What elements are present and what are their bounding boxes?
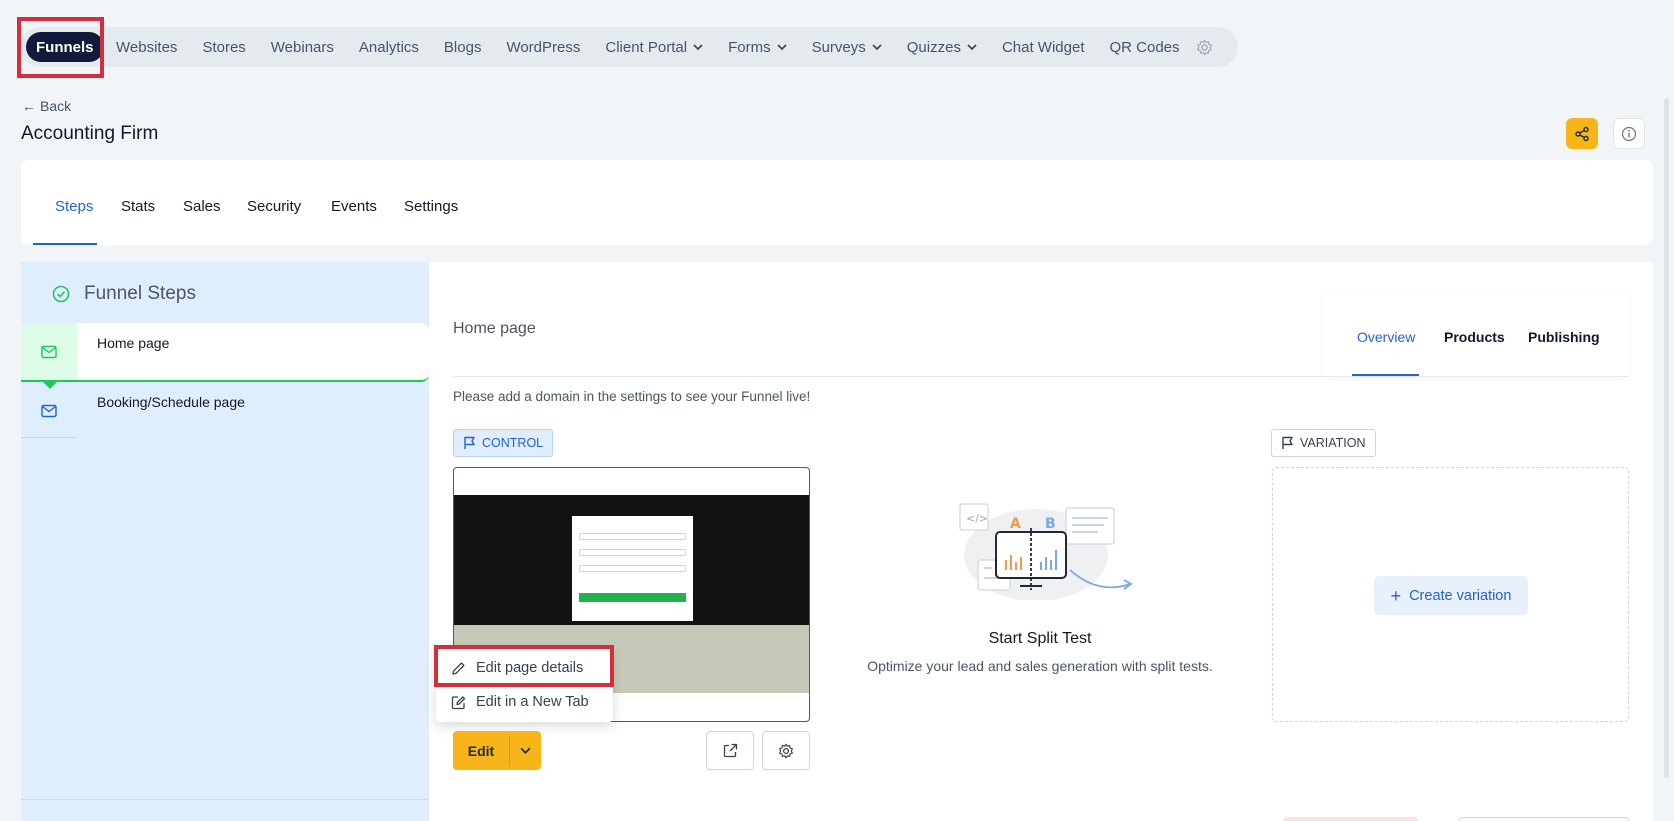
step-title: Home page bbox=[453, 320, 536, 337]
create-variation-label: Create variation bbox=[1409, 587, 1512, 604]
flag-icon bbox=[1282, 436, 1293, 449]
page-title: Accounting Firm bbox=[21, 123, 159, 144]
preview-form bbox=[572, 516, 693, 621]
nav-quizzes-label: Quizzes bbox=[906, 38, 961, 56]
edit-box-icon bbox=[451, 695, 466, 709]
external-link-icon bbox=[723, 743, 737, 758]
flag-icon bbox=[464, 436, 475, 449]
page-settings-button[interactable] bbox=[762, 731, 810, 770]
preview-field bbox=[579, 533, 686, 540]
open-external-button[interactable] bbox=[706, 731, 754, 770]
chevron-down-icon bbox=[777, 44, 787, 51]
variation-label: VARIATION bbox=[1300, 436, 1366, 450]
nav-websites[interactable]: Websites bbox=[104, 39, 190, 56]
step-home-page[interactable]: Home page bbox=[21, 323, 429, 389]
step-label: Booking/Schedule page bbox=[97, 394, 245, 410]
nav-client-portal[interactable]: Client Portal bbox=[593, 39, 716, 56]
back-link[interactable]: ← Back bbox=[22, 98, 71, 114]
menu-item-label: Edit in a New Tab bbox=[476, 694, 589, 710]
gear-icon bbox=[779, 743, 793, 758]
tab-sales[interactable]: Sales bbox=[183, 198, 221, 215]
nav-blogs[interactable]: Blogs bbox=[431, 39, 494, 56]
nav-analytics[interactable]: Analytics bbox=[346, 39, 431, 56]
nav-stores[interactable]: Stores bbox=[190, 39, 258, 56]
chevron-down-icon bbox=[520, 747, 531, 754]
divider bbox=[21, 799, 429, 800]
nav-chat-widget[interactable]: Chat Widget bbox=[989, 39, 1097, 56]
edit-button-group: Edit bbox=[453, 731, 541, 770]
mail-icon bbox=[41, 345, 57, 358]
subtab-overview[interactable]: Overview bbox=[1357, 329, 1415, 345]
nav-surveys[interactable]: Surveys bbox=[799, 39, 894, 56]
split-test-illustration: </> A B bbox=[959, 503, 1133, 600]
menu-item-edit-new-tab[interactable]: Edit in a New Tab bbox=[451, 694, 589, 710]
share-button[interactable] bbox=[1566, 118, 1598, 149]
svg-text:A: A bbox=[1010, 516, 1021, 532]
arrow-left-icon: ← bbox=[22, 98, 36, 114]
create-variation-button[interactable]: + Create variation bbox=[1374, 576, 1528, 615]
split-test-description: Optimize your lead and sales generation … bbox=[867, 658, 1213, 674]
split-test-title: Start Split Test bbox=[988, 630, 1092, 647]
back-label: Back bbox=[40, 98, 72, 114]
funnel-steps-header: Funnel Steps bbox=[52, 283, 196, 305]
partial-button[interactable] bbox=[1283, 817, 1418, 821]
chevron-down-icon bbox=[967, 44, 977, 51]
variation-badge: VARIATION bbox=[1271, 429, 1376, 457]
chevron-down-icon bbox=[693, 44, 703, 51]
tab-steps[interactable]: Steps bbox=[55, 198, 93, 215]
top-nav: Funnels Websites Stores Webinars Analyti… bbox=[20, 27, 1238, 67]
scrollbar[interactable] bbox=[1664, 98, 1669, 778]
step-icon-box bbox=[21, 385, 77, 438]
partial-button[interactable] bbox=[1459, 817, 1629, 821]
edit-dropdown-menu: Edit page details Edit in a New Tab bbox=[436, 646, 613, 722]
info-button[interactable] bbox=[1613, 118, 1645, 149]
nav-surveys-label: Surveys bbox=[811, 38, 866, 56]
pencil-icon bbox=[452, 661, 465, 675]
nav-webinars[interactable]: Webinars bbox=[258, 39, 346, 56]
svg-text:B: B bbox=[1045, 516, 1056, 532]
share-icon bbox=[1575, 126, 1589, 141]
nav-quizzes[interactable]: Quizzes bbox=[894, 39, 989, 56]
subtabs: Overview Products Publishing bbox=[1323, 292, 1629, 376]
tab-security[interactable]: Security bbox=[247, 198, 301, 215]
info-icon bbox=[1621, 126, 1637, 141]
control-label: CONTROL bbox=[482, 436, 544, 450]
chevron-down-icon bbox=[872, 44, 882, 51]
nav-wordpress[interactable]: WordPress bbox=[494, 39, 593, 56]
gear-icon[interactable] bbox=[1196, 39, 1213, 56]
preview-field bbox=[579, 549, 686, 556]
divider bbox=[453, 376, 1629, 377]
edit-button[interactable]: Edit bbox=[453, 731, 509, 770]
nav-qr-codes[interactable]: QR Codes bbox=[1097, 39, 1192, 56]
tab-events[interactable]: Events bbox=[331, 198, 377, 215]
nav-forms[interactable]: Forms bbox=[716, 39, 800, 56]
active-tab-indicator bbox=[33, 243, 97, 245]
menu-item-edit-page-details[interactable]: Edit page details bbox=[451, 660, 583, 676]
svg-text:</>: </> bbox=[966, 512, 988, 525]
tab-settings[interactable]: Settings bbox=[404, 198, 458, 215]
domain-notice: Please add a domain in the settings to s… bbox=[453, 389, 811, 404]
step-label: Home page bbox=[97, 335, 170, 351]
tabs-card: Steps Stats Sales Security Events Settin… bbox=[21, 160, 1653, 245]
subtab-products[interactable]: Products bbox=[1444, 329, 1505, 345]
edit-dropdown-toggle[interactable] bbox=[510, 731, 541, 770]
nav-client-portal-label: Client Portal bbox=[605, 38, 688, 56]
preview-submit bbox=[579, 593, 686, 602]
funnel-steps-title: Funnel Steps bbox=[84, 283, 196, 304]
control-badge: CONTROL bbox=[453, 429, 554, 457]
plus-icon: + bbox=[1390, 585, 1402, 606]
mail-icon bbox=[41, 404, 57, 418]
step-icon-box bbox=[21, 323, 77, 380]
tab-stats[interactable]: Stats bbox=[121, 198, 155, 215]
menu-item-label: Edit page details bbox=[476, 660, 584, 676]
nav-funnels[interactable]: Funnels bbox=[26, 32, 104, 62]
subtab-publishing[interactable]: Publishing bbox=[1528, 329, 1600, 345]
nav-forms-label: Forms bbox=[728, 38, 771, 56]
check-circle-icon bbox=[52, 285, 70, 303]
preview-field bbox=[579, 565, 686, 572]
step-booking-page[interactable]: Booking/Schedule page bbox=[21, 385, 429, 439]
